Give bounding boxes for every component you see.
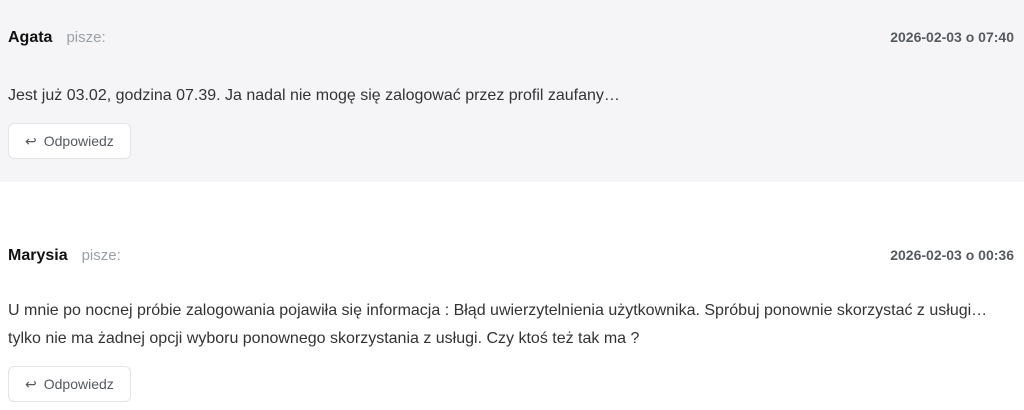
comment-author: Agata	[8, 29, 53, 46]
comment-text: U mnie po nocnej próbie zalogowania poja…	[8, 302, 988, 347]
comment-list: Agata pisze: 2026-02-03 o 07:40 Jest już…	[0, 0, 1024, 410]
reply-arrow-icon: ↩	[25, 375, 37, 392]
comment-writes-label: pisze:	[66, 29, 106, 46]
comment-author: Marysia	[8, 247, 68, 264]
reply-button-label: Odpowiedz	[43, 133, 114, 149]
comment-text: Jest już 03.02, godzina 07.39. Ja nadal …	[8, 87, 620, 104]
reply-button-label: Odpowiedz	[43, 376, 114, 392]
comment-header: Agata pisze: 2026-02-03 o 07:40	[8, 29, 1014, 47]
comment-date: 2026-02-03 o 00:36	[890, 247, 1014, 263]
reply-arrow-icon: ↩	[25, 132, 37, 149]
comment-header: Marysia pisze: 2026-02-03 o 00:36	[8, 247, 1014, 265]
comment-writes-label: pisze:	[81, 247, 121, 264]
comment-item: Marysia pisze: 2026-02-03 o 00:36 U mnie…	[0, 182, 1024, 410]
reply-button[interactable]: ↩ Odpowiedz	[8, 123, 131, 159]
comment-date: 2026-02-03 o 07:40	[890, 29, 1014, 45]
reply-button[interactable]: ↩ Odpowiedz	[8, 366, 131, 402]
comment-item: Agata pisze: 2026-02-03 o 07:40 Jest już…	[0, 0, 1024, 182]
